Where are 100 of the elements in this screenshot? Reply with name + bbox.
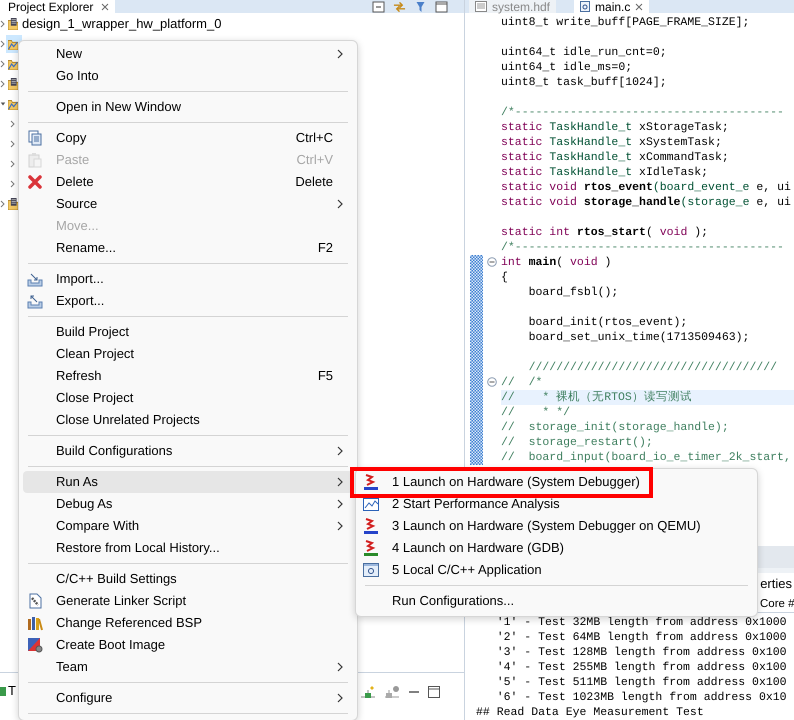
menu-item[interactable]: Team bbox=[23, 656, 353, 678]
debugger-icon bbox=[363, 474, 379, 490]
tree-item[interactable]: design_1_wrapper_hw_platform_0 bbox=[6, 15, 226, 33]
editor-tab[interactable]: main.c bbox=[574, 0, 650, 13]
collapse-icon[interactable] bbox=[487, 257, 497, 267]
code-line: static void rtos_event(board_event_e e, ui bbox=[501, 180, 792, 194]
menu-item[interactable]: Run Configurations... bbox=[360, 590, 753, 612]
code-line: static TaskHandle_t xStorageTask; bbox=[501, 120, 730, 134]
menu-item[interactable]: Generate Linker Script bbox=[23, 590, 353, 612]
code-line: // storage_restart(); bbox=[501, 434, 654, 450]
menu-item[interactable]: Build Project bbox=[23, 321, 353, 343]
collapsed-icon[interactable] bbox=[10, 180, 16, 188]
collapsed-icon[interactable] bbox=[0, 80, 6, 88]
menu-item[interactable]: 5 Local C/C++ Application bbox=[360, 559, 753, 581]
code-line: board_fsbl(); bbox=[528, 284, 620, 300]
expanded-icon[interactable] bbox=[0, 100, 6, 108]
code-line: board_set_unix_time(1713509463); bbox=[528, 330, 750, 344]
delete-icon bbox=[27, 174, 43, 190]
code-line: static void storage_handle(storage_e e, ui bbox=[501, 194, 792, 210]
menu-item[interactable]: Run As bbox=[23, 471, 353, 493]
code-line: static TaskHandle_t xIdleTask; bbox=[501, 164, 710, 180]
menu-item[interactable]: Copy Ctrl+C bbox=[23, 127, 353, 149]
menu-item[interactable]: 2 Start Performance Analysis bbox=[360, 493, 753, 515]
collapsed-icon[interactable] bbox=[10, 140, 16, 148]
maximize-icon[interactable] bbox=[428, 686, 440, 698]
code-line: static TaskHandle_t xCommandTask; bbox=[501, 150, 730, 164]
code-line: static TaskHandle_t xSystemTask; bbox=[501, 134, 723, 150]
console-line: '5' - Test 511MB length from address 0x100 bbox=[496, 675, 788, 690]
chip-folder-icon bbox=[8, 18, 18, 30]
code-line: uint8_t write_buff[PAGE_FRAME_SIZE]; bbox=[501, 14, 750, 30]
menu-item[interactable]: Compare With bbox=[23, 515, 353, 537]
close-icon bbox=[101, 2, 110, 10]
code-line: int main( void ) bbox=[501, 254, 612, 270]
chain-page-icon bbox=[27, 593, 43, 609]
menu-item[interactable]: Build Configurations bbox=[23, 440, 353, 462]
boot-image-icon bbox=[27, 637, 43, 653]
window-icon bbox=[363, 562, 379, 578]
project-folder-icon bbox=[8, 98, 18, 110]
code-line: /*--------------------------------------- bbox=[501, 104, 785, 120]
code-line: board_init(rtos_event); bbox=[528, 314, 688, 330]
menu-item[interactable]: Open in New Window bbox=[23, 96, 353, 118]
menu-item[interactable]: 3 Launch on Hardware (System Debugger on QEMU) bbox=[360, 515, 753, 537]
copy-icon bbox=[27, 130, 43, 146]
document-icon bbox=[475, 1, 487, 12]
add-node-icon[interactable] bbox=[360, 685, 376, 699]
collapsed-icon[interactable] bbox=[10, 120, 16, 128]
menu-item[interactable]: Change Referenced BSP bbox=[23, 612, 353, 634]
code-line: uint8_t task_buff[1024]; bbox=[501, 74, 668, 90]
menu-item[interactable]: Create Boot Image bbox=[23, 634, 353, 656]
menu-item[interactable]: Debug As bbox=[23, 493, 353, 515]
code-line: // /* bbox=[501, 374, 544, 390]
chip-folder-icon bbox=[8, 198, 18, 210]
menu-item[interactable]: Delete Delete bbox=[23, 171, 353, 193]
code-line: static int rtos_start( void ); bbox=[501, 224, 710, 240]
menu-item[interactable]: C/C++ Build Settings bbox=[23, 568, 353, 590]
console-line: ## Read Data Eye Measurement Test bbox=[476, 705, 705, 720]
code-line: //////////////////////////////////// bbox=[528, 360, 778, 374]
c-file-icon bbox=[580, 1, 590, 12]
collapse-all-icon[interactable] bbox=[372, 0, 385, 12]
import-icon bbox=[27, 271, 43, 287]
collapsed-icon[interactable] bbox=[0, 200, 6, 208]
menu-item[interactable]: 4 Launch on Hardware (GDB) bbox=[360, 537, 753, 559]
project-folder-icon bbox=[8, 58, 18, 70]
code-line: /*--------------------------------------- bbox=[501, 240, 785, 254]
close-icon bbox=[635, 2, 644, 10]
code-line: // * */ bbox=[501, 404, 572, 420]
menu-item[interactable]: Close Project bbox=[23, 387, 353, 409]
maximize-icon[interactable] bbox=[435, 0, 448, 12]
menu-item[interactable]: Rename... F2 bbox=[23, 237, 353, 259]
collapsed-icon[interactable] bbox=[0, 60, 6, 68]
debugger-icon bbox=[363, 518, 379, 534]
menu-item[interactable]: Configure bbox=[23, 687, 353, 709]
menu-item[interactable]: Restore from Local History... bbox=[23, 537, 353, 559]
collapsed-icon[interactable] bbox=[0, 40, 6, 48]
code-line: uint64_t idle_ms=0; bbox=[501, 60, 634, 74]
menu-item[interactable]: 1 Launch on Hardware (System Debugger) bbox=[360, 471, 753, 493]
export-icon bbox=[27, 293, 43, 309]
view-tab[interactable]: Project Explorer bbox=[0, 0, 116, 13]
menu-item[interactable]: New bbox=[23, 43, 353, 65]
console-line: '4' - Test 255MB length from address 0x100 bbox=[496, 660, 788, 675]
menu-item[interactable]: Import... bbox=[23, 268, 353, 290]
remove-node-icon[interactable] bbox=[384, 685, 400, 699]
code-line: uint64_t idle_run_cnt=0; bbox=[501, 44, 668, 60]
menu-item[interactable]: Refresh F5 bbox=[23, 365, 353, 387]
menu-item[interactable]: Source bbox=[23, 193, 353, 215]
menu-item[interactable]: Export... bbox=[23, 290, 353, 312]
debugger-icon bbox=[363, 540, 379, 556]
books-icon bbox=[27, 615, 43, 631]
link-arrows-icon[interactable] bbox=[393, 0, 406, 12]
view-tab[interactable]: T bbox=[0, 681, 16, 700]
collapsed-icon[interactable] bbox=[0, 20, 6, 28]
code-line: { bbox=[501, 270, 509, 284]
code-line: // board_input(board_io_e_timer_2k_start, bbox=[501, 450, 792, 464]
chip-folder-icon bbox=[8, 78, 18, 90]
menu-item[interactable]: Clean Project bbox=[23, 343, 353, 365]
filter-icon[interactable] bbox=[414, 0, 427, 12]
collapsed-icon[interactable] bbox=[10, 160, 16, 168]
menu-item[interactable]: Go Into bbox=[23, 65, 353, 87]
menu-item[interactable]: Close Unrelated Projects bbox=[23, 409, 353, 431]
collapse-icon[interactable] bbox=[487, 377, 497, 387]
